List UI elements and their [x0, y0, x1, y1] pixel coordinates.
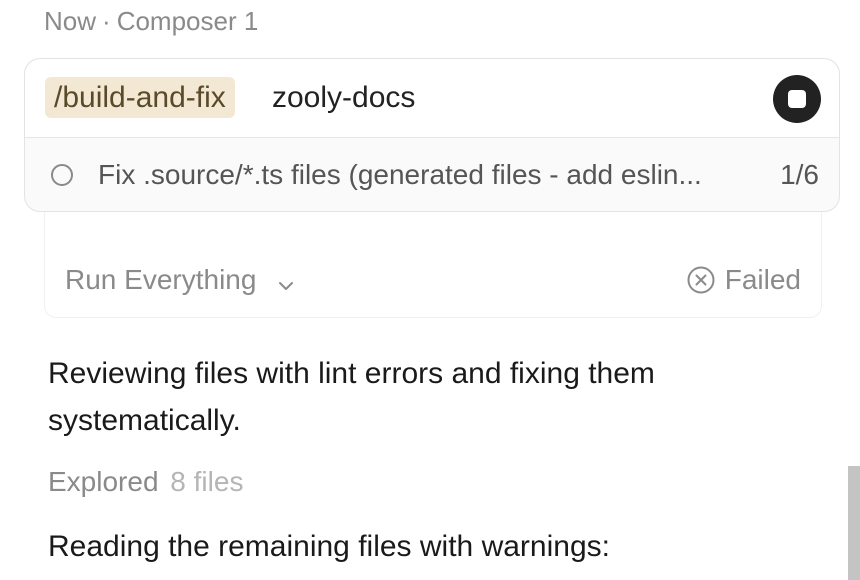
explored-summary[interactable]: Explored 8 files [48, 466, 243, 498]
query-text[interactable]: zooly-docs [272, 77, 415, 118]
composer-card: /build-and-fix zooly-docs Fix .source/*.… [24, 58, 840, 212]
todo-progress-count: 1/6 [780, 159, 819, 190]
run-card: Run Everything Failed [44, 212, 822, 318]
failed-x-circle-icon [687, 266, 715, 301]
todo-status-circle-icon [51, 164, 73, 186]
assistant-message: Reviewing files with lint errors and fix… [48, 357, 655, 437]
status-text: Failed [724, 264, 801, 295]
composer-name: Composer 1 [116, 6, 259, 36]
stop-icon [788, 90, 806, 108]
assistant-message-reading: Reading the remaining files with warning… [48, 530, 610, 563]
scrollbar-thumb[interactable] [848, 466, 860, 580]
chevron-down-icon [278, 266, 294, 298]
composer-meta: Now · Composer 1 [44, 6, 258, 37]
run-status: Failed [687, 264, 801, 301]
run-everything-dropdown[interactable]: Run Everything [65, 264, 294, 298]
explored-label: Explored [48, 466, 159, 497]
composer-input[interactable]: /build-and-fix zooly-docs [25, 59, 839, 138]
command-chip[interactable]: /build-and-fix [45, 77, 235, 118]
separator: · [102, 6, 111, 36]
todo-item[interactable]: Fix .source/*.ts files (generated files … [25, 137, 839, 211]
explored-count: 8 files [170, 466, 244, 497]
run-label: Run Everything [65, 264, 257, 295]
timestamp: Now [44, 6, 97, 36]
stop-button[interactable] [773, 75, 821, 123]
todo-text: Fix .source/*.ts files (generated files … [98, 159, 702, 190]
